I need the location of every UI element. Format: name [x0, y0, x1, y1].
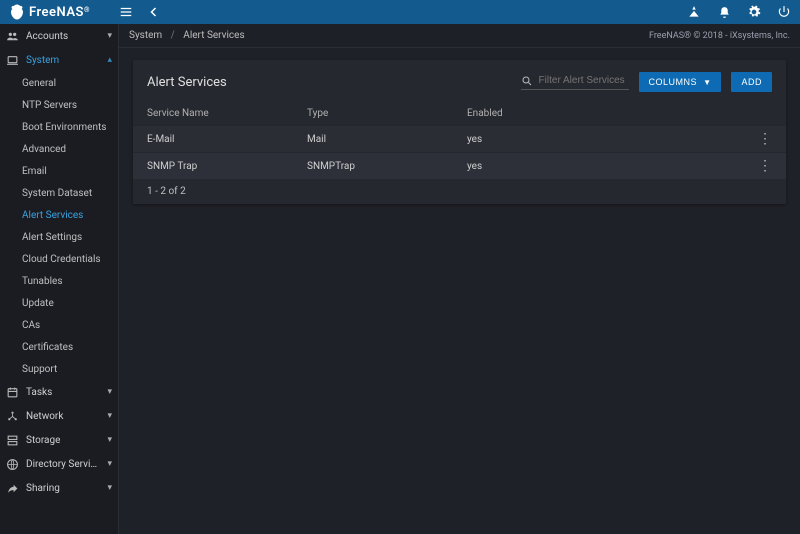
freenas-logo-icon	[8, 3, 26, 21]
chevron-down-icon: ▾	[107, 31, 112, 41]
brand-logo: FreeNAS®	[8, 3, 90, 21]
notifications-icon[interactable]	[716, 4, 732, 20]
nav-label: Directory Services	[26, 459, 101, 470]
table-row[interactable]: E-Mail Mail yes ⋮	[133, 125, 786, 152]
storage-icon	[6, 434, 20, 447]
subnav-label: CAs	[22, 320, 112, 331]
subnav-label: Alert Settings	[22, 232, 112, 243]
chevron-down-icon: ▾	[107, 483, 112, 493]
table-header: Service Name Type Enabled	[133, 102, 786, 125]
content-area: System / Alert Services FreeNAS® © 2018 …	[119, 24, 800, 534]
subnav-label: Boot Environments	[22, 122, 112, 133]
subnav-label: Alert Services	[22, 210, 112, 221]
chevron-down-icon: ▼	[703, 78, 711, 87]
brand-name: FreeNAS®	[29, 5, 90, 20]
theme-icon[interactable]	[686, 4, 702, 20]
subnav-general[interactable]: General	[0, 72, 118, 94]
menu-toggle-icon[interactable]	[118, 4, 134, 20]
nav-storage[interactable]: Storage ▾	[0, 428, 118, 452]
nav-tasks[interactable]: Tasks ▾	[0, 380, 118, 404]
cell-enabled: yes	[467, 134, 742, 145]
search-field[interactable]	[521, 75, 629, 90]
breadcrumb-root[interactable]: System	[129, 30, 162, 41]
nav-label: System	[26, 55, 101, 66]
row-actions-button[interactable]: ⋮	[742, 159, 772, 173]
globe-icon	[6, 458, 20, 471]
sidebar: Accounts ▾ System ▴ General NTP Servers Boo…	[0, 24, 119, 534]
cell-service-name: SNMP Trap	[147, 161, 307, 172]
chevron-down-icon: ▾	[107, 411, 112, 421]
laptop-icon	[6, 54, 20, 67]
nav-label: Tasks	[26, 387, 101, 398]
cell-service-name: E-Mail	[147, 134, 307, 145]
subnav-label: Update	[22, 298, 112, 309]
nav-accounts[interactable]: Accounts ▾	[0, 24, 118, 48]
subnav-ntp-servers[interactable]: NTP Servers	[0, 94, 118, 116]
col-enabled[interactable]: Enabled	[467, 108, 742, 119]
nav-sharing[interactable]: Sharing ▾	[0, 476, 118, 500]
breadcrumb-current: Alert Services	[183, 30, 244, 41]
share-icon	[6, 482, 20, 495]
cell-type: SNMPTrap	[307, 161, 467, 172]
subnav-boot-environments[interactable]: Boot Environments	[0, 116, 118, 138]
cell-enabled: yes	[467, 161, 742, 172]
col-type[interactable]: Type	[307, 108, 467, 119]
subnav-label: Support	[22, 364, 112, 375]
table-row[interactable]: SNMP Trap SNMPTrap yes ⋮	[133, 152, 786, 179]
calendar-icon	[6, 386, 20, 399]
chevron-up-icon: ▴	[107, 55, 112, 65]
add-button[interactable]: ADD	[731, 72, 772, 92]
subnav-alert-services[interactable]: Alert Services	[0, 204, 118, 226]
nav-network[interactable]: Network ▾	[0, 404, 118, 428]
copyright-text: FreeNAS® © 2018 - iXsystems, Inc.	[649, 31, 790, 41]
subnav-support[interactable]: Support	[0, 358, 118, 380]
subnav-tunables[interactable]: Tunables	[0, 270, 118, 292]
chevron-down-icon: ▾	[107, 387, 112, 397]
panel-header: Alert Services COLUMNS▼ ADD	[133, 60, 786, 102]
nav-directory-services[interactable]: Directory Services ▾	[0, 452, 118, 476]
row-actions-button[interactable]: ⋮	[742, 132, 772, 146]
nav-system[interactable]: System ▴	[0, 48, 118, 72]
table-footer: 1 - 2 of 2	[133, 179, 786, 204]
alert-services-panel: Alert Services COLUMNS▼ ADD Service Name	[133, 60, 786, 204]
subnav-update[interactable]: Update	[0, 292, 118, 314]
subnav-label: General	[22, 78, 112, 89]
subnav-label: Certificates	[22, 342, 112, 353]
nav-label: Sharing	[26, 483, 101, 494]
subnav-advanced[interactable]: Advanced	[0, 138, 118, 160]
col-service-name[interactable]: Service Name	[147, 108, 307, 119]
subnav-label: NTP Servers	[22, 100, 112, 111]
columns-button[interactable]: COLUMNS▼	[639, 72, 722, 92]
users-icon	[6, 30, 20, 43]
nav-label: Network	[26, 411, 101, 422]
power-icon[interactable]	[776, 4, 792, 20]
breadcrumb: System / Alert Services	[129, 30, 245, 41]
subnav-cloud-credentials[interactable]: Cloud Credentials	[0, 248, 118, 270]
subnav-certificates[interactable]: Certificates	[0, 336, 118, 358]
subnav-label: Advanced	[22, 144, 112, 155]
network-icon	[6, 410, 20, 423]
search-input[interactable]	[539, 75, 629, 86]
panel-title: Alert Services	[147, 75, 227, 90]
settings-icon[interactable]	[746, 4, 762, 20]
nav-label: Accounts	[26, 31, 101, 42]
subnav-alert-settings[interactable]: Alert Settings	[0, 226, 118, 248]
subnav-label: Tunables	[22, 276, 112, 287]
breadcrumb-bar: System / Alert Services FreeNAS® © 2018 …	[119, 24, 800, 48]
subnav-label: Email	[22, 166, 112, 177]
subnav-cas[interactable]: CAs	[0, 314, 118, 336]
subnav-system-dataset[interactable]: System Dataset	[0, 182, 118, 204]
chevron-down-icon: ▾	[107, 435, 112, 445]
subnav-label: System Dataset	[22, 188, 112, 199]
breadcrumb-separator: /	[171, 30, 175, 41]
chevron-down-icon: ▾	[107, 459, 112, 469]
subnav-label: Cloud Credentials	[22, 254, 112, 265]
nav-label: Storage	[26, 435, 101, 446]
back-icon[interactable]	[146, 4, 162, 20]
topbar: FreeNAS®	[0, 0, 800, 24]
search-icon	[521, 75, 533, 87]
subnav-email[interactable]: Email	[0, 160, 118, 182]
cell-type: Mail	[307, 134, 467, 145]
